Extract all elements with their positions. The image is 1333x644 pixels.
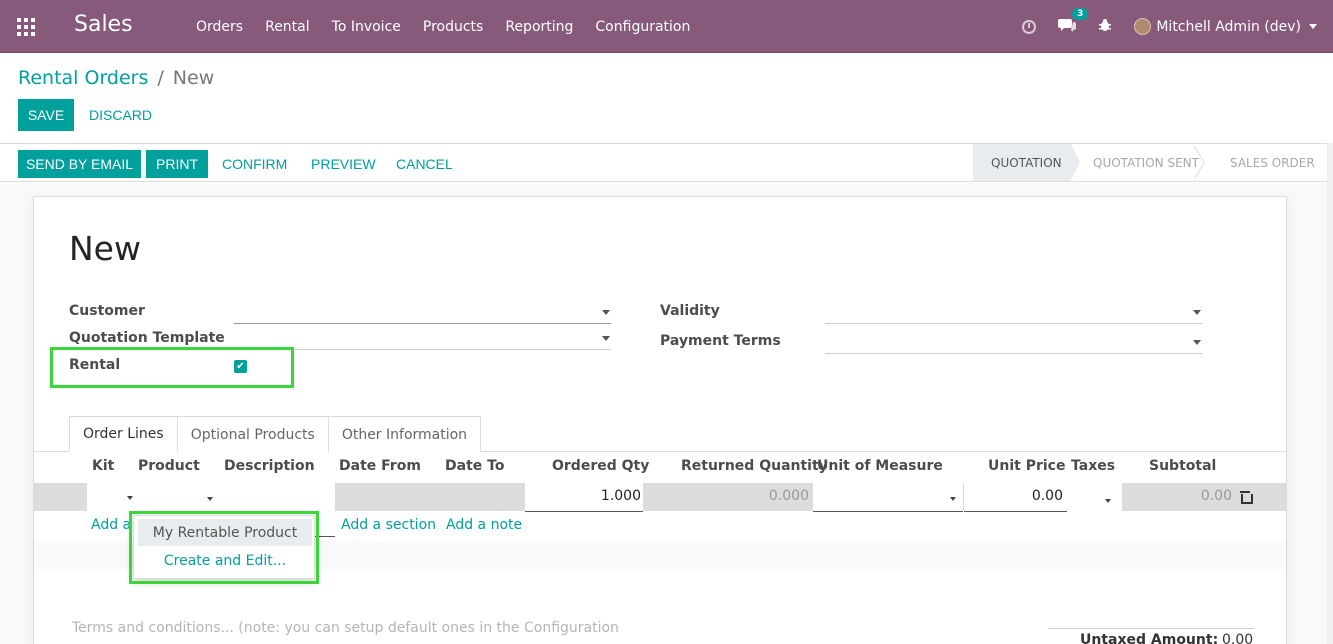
main-menu: Orders Rental To Invoice Products Report…: [196, 0, 712, 53]
app-name[interactable]: Sales: [74, 12, 133, 37]
menu-item-reporting[interactable]: Reporting: [505, 19, 573, 35]
confirm-button[interactable]: CONFIRM: [222, 150, 287, 178]
column-header-date-to[interactable]: Date To: [445, 458, 504, 474]
quotation-template-label: Quotation Template: [69, 330, 225, 346]
stage-sales-order: SALES ORDER: [1205, 144, 1333, 181]
user-menu[interactable]: Mitchell Admin (dev): [1134, 18, 1317, 35]
ordered-qty-value: 1.000: [600, 488, 641, 504]
tab-other-information[interactable]: Other Information: [327, 416, 482, 452]
unit-price-value: 0.00: [1031, 488, 1063, 504]
add-product-link[interactable]: Add a: [91, 517, 131, 533]
scrollbar[interactable]: [1327, 143, 1333, 644]
column-header-date-from[interactable]: Date From: [339, 458, 421, 474]
notebook-tabs: Order Lines Optional Products Other Info…: [69, 416, 482, 452]
chevron-down-icon[interactable]: [1105, 499, 1111, 503]
highlight-box-rental: [50, 347, 294, 388]
stage-quotation-sent: QUOTATION SENT: [1071, 144, 1205, 181]
chevron-down-icon[interactable]: [602, 336, 610, 341]
taxes-input[interactable]: [1067, 483, 1122, 511]
stage-quotation: QUOTATION: [973, 144, 1080, 181]
breadcrumb-parent-link[interactable]: Rental Orders: [18, 67, 148, 89]
menu-item-products[interactable]: Products: [423, 19, 483, 35]
chevron-down-icon[interactable]: [207, 497, 213, 501]
stage-label: QUOTATION SENT: [1093, 155, 1199, 170]
avatar: [1134, 18, 1152, 35]
uom-underline: [813, 511, 963, 512]
unit-of-measure-input[interactable]: [813, 483, 963, 511]
totals-divider: [1048, 628, 1254, 629]
product-input[interactable]: [134, 483, 220, 511]
column-header-kit[interactable]: Kit: [92, 458, 114, 474]
tab-order-lines[interactable]: Order Lines: [69, 416, 178, 452]
untaxed-amount-value: 0.00: [1222, 632, 1254, 644]
stage-label: QUOTATION: [991, 155, 1062, 170]
payment-terms-label: Payment Terms: [660, 333, 781, 349]
menu-item-configuration[interactable]: Configuration: [595, 19, 690, 35]
chevron-down-icon[interactable]: [1193, 310, 1201, 315]
systray: 3 Mitchell Admin (dev): [1022, 0, 1333, 53]
add-note-link[interactable]: Add a note: [446, 517, 522, 533]
untaxed-amount-label: Untaxed Amount:: [1080, 632, 1219, 644]
validity-field[interactable]: [825, 300, 1202, 324]
customer-label: Customer: [69, 303, 145, 319]
column-header-product[interactable]: Product: [138, 458, 200, 474]
save-button[interactable]: SAVE: [18, 99, 74, 131]
breadcrumb-current: New: [172, 67, 215, 89]
tab-optional-products[interactable]: Optional Products: [176, 416, 329, 452]
highlight-box-dropdown: [129, 511, 319, 584]
kit-cell[interactable]: [87, 483, 134, 511]
breadcrumb: Rental Orders / New: [18, 67, 214, 89]
apps-grid-icon[interactable]: [17, 18, 35, 36]
customer-field[interactable]: [234, 300, 611, 324]
stage-label: SALES ORDER: [1230, 155, 1315, 170]
user-name: Mitchell Admin (dev): [1156, 18, 1301, 35]
column-header-unit-of-measure[interactable]: Unit of Measure: [817, 458, 943, 474]
unit-price-underline: [964, 511, 1067, 512]
chevron-down-icon[interactable]: [602, 310, 610, 315]
column-header-returned-quantity[interactable]: Returned Quantity: [681, 458, 828, 474]
discard-button[interactable]: DISCARD: [89, 99, 152, 131]
stage-pipeline: QUOTATION QUOTATION SENT SALES ORDER: [973, 144, 1333, 181]
status-bar: SEND BY EMAIL PRINT CONFIRM PREVIEW CANC…: [0, 143, 1333, 182]
column-header-taxes[interactable]: Taxes: [1071, 458, 1115, 474]
debug-bug-icon[interactable]: [1098, 18, 1112, 36]
menu-item-to-invoice[interactable]: To Invoice: [332, 19, 401, 35]
print-button[interactable]: PRINT: [146, 150, 208, 178]
record-title: New: [69, 229, 141, 268]
messages-chat-icon[interactable]: 3: [1058, 7, 1089, 36]
validity-label: Validity: [660, 303, 720, 319]
trash-icon[interactable]: [1240, 491, 1253, 504]
column-header-description[interactable]: Description: [224, 458, 315, 474]
description-input[interactable]: [220, 483, 335, 511]
column-header-ordered-qty[interactable]: Ordered Qty: [552, 458, 649, 474]
top-navbar: Sales Orders Rental To Invoice Products …: [0, 0, 1333, 53]
chevron-down-icon[interactable]: [127, 496, 133, 500]
breadcrumb-separator: /: [157, 67, 164, 89]
chevron-down-icon: [1309, 24, 1317, 29]
payment-terms-field[interactable]: [825, 330, 1202, 354]
menu-item-orders[interactable]: Orders: [196, 19, 243, 35]
column-header-subtotal[interactable]: Subtotal: [1149, 458, 1216, 474]
column-header-unit-price[interactable]: Unit Price: [988, 458, 1065, 474]
send-by-email-button[interactable]: SEND BY EMAIL: [18, 150, 141, 178]
menu-item-rental[interactable]: Rental: [265, 19, 310, 35]
terms-and-conditions-textarea[interactable]: Terms and conditions... (note: you can s…: [72, 620, 619, 636]
messages-count-badge: 3: [1072, 7, 1089, 20]
add-section-link[interactable]: Add a section: [341, 517, 436, 533]
cancel-button[interactable]: CANCEL: [396, 150, 453, 178]
returned-qty-value: 0.000: [768, 488, 809, 504]
chevron-down-icon[interactable]: [1193, 340, 1201, 345]
subtotal-value: 0.00: [1200, 488, 1232, 504]
preview-button[interactable]: PREVIEW: [311, 150, 376, 178]
chevron-down-icon[interactable]: [950, 497, 956, 501]
ordered-qty-underline: [525, 511, 643, 512]
activity-clock-icon[interactable]: [1022, 19, 1037, 34]
